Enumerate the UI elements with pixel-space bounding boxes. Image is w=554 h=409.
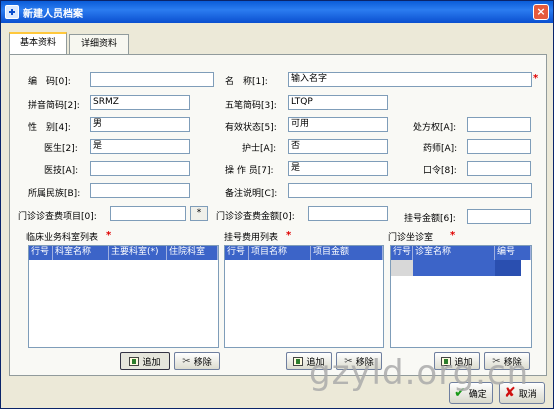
- name-label: 名 称[1]:: [225, 77, 268, 87]
- room-list-title: 门诊坐诊室: [388, 233, 434, 243]
- clinic-fee-amount-field[interactable]: [308, 206, 388, 221]
- dept-remove-label: 移除: [193, 357, 212, 368]
- dept-add-label: 追加: [142, 357, 161, 368]
- wubi-field[interactable]: LTQP: [288, 95, 388, 110]
- code-field[interactable]: [90, 72, 214, 87]
- doctor-field[interactable]: 是: [90, 139, 190, 154]
- remark-label: 备注说明[C]:: [225, 189, 278, 199]
- column-header[interactable]: 主要科室(*): [109, 246, 167, 260]
- dept-remove-button[interactable]: ✂ 移除: [174, 352, 220, 370]
- prescription-label: 处方权[A]:: [413, 123, 457, 133]
- table-add-icon: [293, 356, 304, 366]
- nurse-field[interactable]: 否: [288, 139, 388, 154]
- tab-basic-info[interactable]: 基本资料: [9, 32, 67, 54]
- gender-field[interactable]: 男: [90, 117, 190, 132]
- reg-amount-label: 挂号金额[6]:: [404, 214, 456, 224]
- clinic-fee-item-label: 门诊诊查费项目[0]:: [18, 212, 97, 222]
- fee-list-title: 挂号费用列表: [224, 233, 279, 243]
- column-header[interactable]: 诊室名称: [413, 246, 495, 260]
- selected-cell[interactable]: [413, 260, 495, 276]
- required-mark: *: [106, 230, 112, 241]
- column-header[interactable]: 编号: [495, 246, 531, 260]
- column-header[interactable]: 行号: [29, 246, 53, 260]
- name-field[interactable]: 输入名字: [288, 72, 532, 87]
- password-label: 口令[8]:: [423, 166, 457, 176]
- table-header: 行号 诊室名称 编号: [391, 246, 531, 260]
- doctor-label: 医生[2]:: [44, 144, 78, 154]
- required-mark: *: [286, 230, 292, 241]
- pinyin-field[interactable]: SRMZ: [90, 95, 190, 110]
- dept-table[interactable]: 行号 科室名称 主要科室(*) 住院科室: [28, 245, 219, 348]
- title-bar: 新建人员档案 ×: [1, 1, 553, 23]
- operator-field[interactable]: 是: [288, 161, 388, 176]
- column-header[interactable]: 住院科室: [167, 246, 218, 260]
- watermark: gzyld.org.cn: [309, 353, 530, 393]
- clinic-fee-amount-label: 门诊诊查费金额[0]:: [216, 212, 295, 222]
- status-label: 有效状态[5]:: [225, 123, 277, 133]
- row-indicator[interactable]: [391, 260, 413, 276]
- app-icon: [5, 5, 19, 19]
- prescription-field[interactable]: [467, 117, 531, 132]
- status-field[interactable]: 可用: [288, 117, 388, 132]
- required-mark: *: [533, 73, 539, 84]
- fee-item-picker-button[interactable]: *: [190, 206, 208, 221]
- window-title: 新建人员档案: [23, 8, 83, 20]
- ethnicity-label: 所属民族[B]:: [28, 189, 81, 199]
- column-header[interactable]: 科室名称: [53, 246, 109, 260]
- password-field[interactable]: [467, 161, 531, 176]
- table-header: 行号 科室名称 主要科室(*) 住院科室: [29, 246, 218, 260]
- selected-cell[interactable]: [495, 260, 521, 276]
- operator-label: 操 作 员[7]:: [225, 166, 274, 176]
- ethnicity-field[interactable]: [90, 183, 190, 198]
- scissors-icon: ✂: [182, 355, 191, 367]
- column-header[interactable]: 行号: [391, 246, 413, 260]
- column-header[interactable]: 项目名称: [249, 246, 311, 260]
- remark-field[interactable]: [288, 183, 532, 198]
- code-label: 编 码[0]:: [28, 77, 71, 87]
- clinic-fee-item-field[interactable]: [110, 206, 186, 221]
- dialog-window: 新建人员档案 × 基本资料 详细资料 编 码[0]: 名 称[1]: 输入名字 …: [0, 0, 554, 409]
- room-table[interactable]: 行号 诊室名称 编号: [390, 245, 532, 348]
- fee-table[interactable]: 行号 项目名称 项目金额: [224, 245, 384, 348]
- tech-label: 医技[A]:: [44, 166, 79, 176]
- wubi-label: 五笔简码[3]:: [225, 101, 277, 111]
- table-add-icon: [129, 356, 140, 366]
- required-mark: *: [450, 230, 456, 241]
- tech-field[interactable]: [90, 161, 190, 176]
- pharmacist-label: 药师[A]:: [423, 144, 458, 154]
- tab-detail-info[interactable]: 详细资料: [69, 34, 129, 54]
- column-header[interactable]: 行号: [225, 246, 249, 260]
- dept-list-title: 临床业务科室列表: [26, 233, 99, 243]
- gender-label: 性 别[4]:: [28, 123, 71, 133]
- column-header[interactable]: 项目金额: [311, 246, 383, 260]
- reg-amount-field[interactable]: [467, 209, 531, 224]
- close-button[interactable]: ×: [533, 4, 549, 20]
- table-header: 行号 项目名称 项目金额: [225, 246, 383, 260]
- pharmacist-field[interactable]: [467, 139, 531, 154]
- dept-add-button[interactable]: 追加: [120, 352, 170, 370]
- basic-info-panel: 编 码[0]: 名 称[1]: 输入名字 * 拼音简码[2]: SRMZ 五笔简…: [9, 54, 547, 376]
- pinyin-label: 拼音简码[2]:: [28, 101, 80, 111]
- nurse-label: 护士[A]:: [242, 144, 277, 154]
